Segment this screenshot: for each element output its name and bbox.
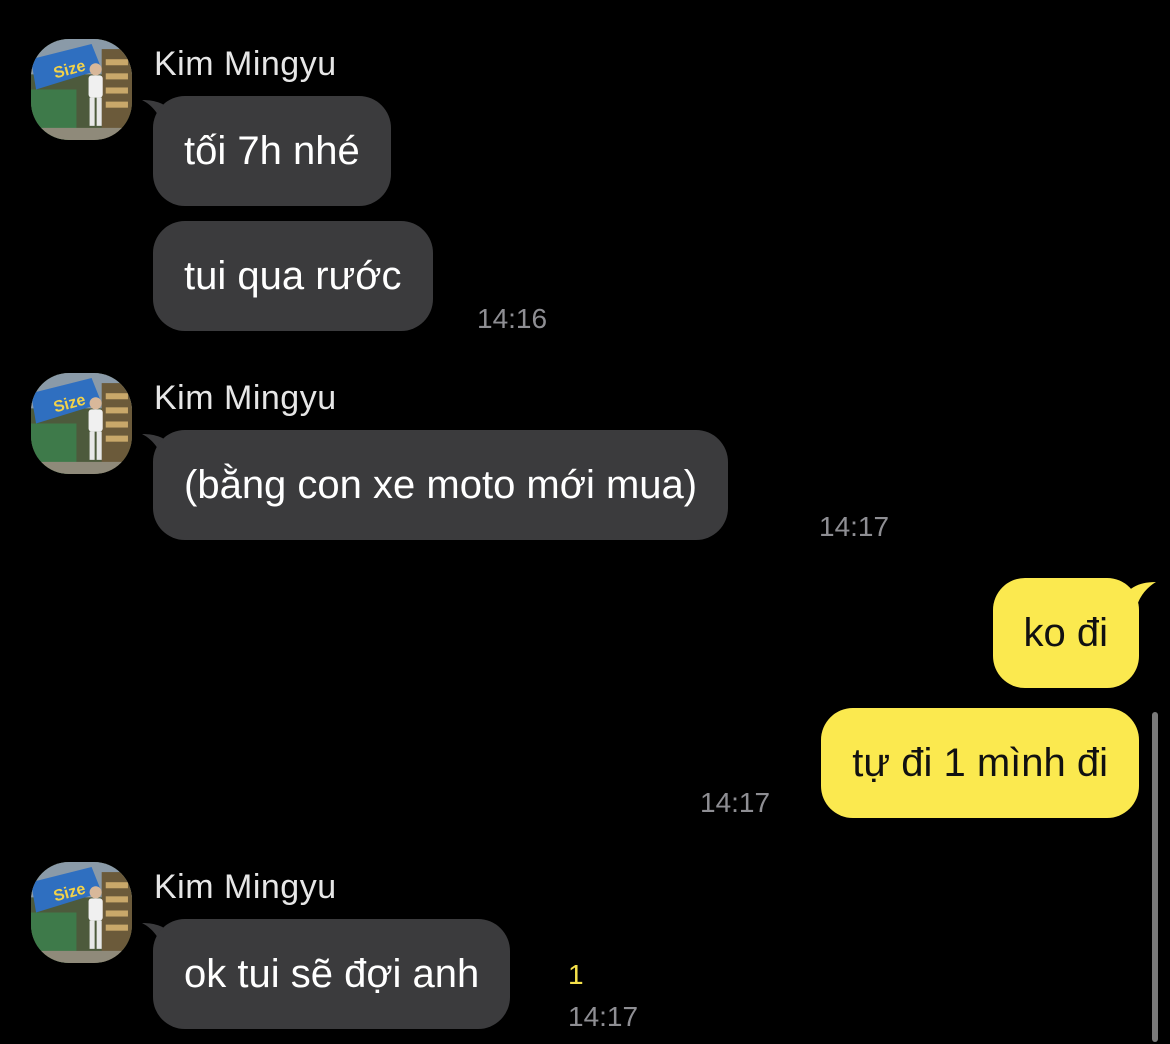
profile-photo-avatar-icon: Size [31,862,132,963]
message-bubble[interactable]: ok tui sẽ đợi anh [153,919,511,1029]
message-timestamp: 14:17 [568,1001,639,1032]
sender-name: Kim Mingyu [154,379,337,417]
message-timestamp: 14:16 [477,303,548,334]
avatar[interactable]: Size [31,39,132,140]
profile-photo-avatar-icon: Size [31,39,132,140]
avatar[interactable]: Size [31,862,132,963]
unread-count: 1 [568,959,584,990]
sender-name: Kim Mingyu [154,45,337,83]
message-bubble[interactable]: tui qua rước [153,221,433,331]
message-timestamp: 14:17 [700,787,771,818]
message-bubble[interactable]: tối 7h nhé [153,96,391,206]
avatar[interactable]: Size [31,373,132,474]
chat-thread[interactable]: Size Kim Mingyu tối 7h nhé tui qua rước … [0,0,1170,1044]
message-bubble[interactable]: tự đi 1 mình đi [821,708,1139,818]
scrollbar[interactable] [1152,712,1158,1042]
message-timestamp: 14:17 [819,511,890,542]
profile-photo-avatar-icon: Size [31,373,132,474]
message-bubble[interactable]: ko đi [992,578,1139,688]
message-bubble[interactable]: (bằng con xe moto mới mua) [153,430,729,540]
sender-name: Kim Mingyu [154,868,337,906]
